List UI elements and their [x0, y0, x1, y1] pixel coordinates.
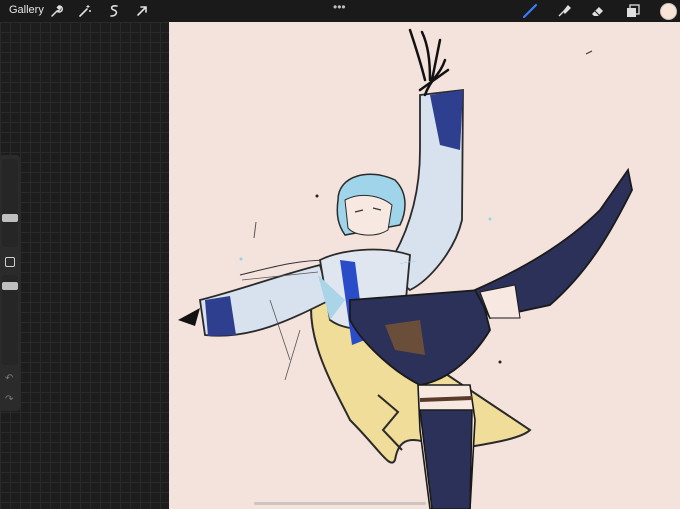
- magic-wand-icon[interactable]: [77, 3, 93, 19]
- brush-icon[interactable]: [522, 3, 538, 19]
- drawing-canvas[interactable]: ~~~~: [169, 22, 680, 509]
- smudge-icon[interactable]: [556, 3, 572, 19]
- undo-button[interactable]: ↶: [5, 373, 13, 384]
- workspace-background: [0, 22, 169, 509]
- opacity-thumb[interactable]: [2, 282, 18, 290]
- redo-button[interactable]: ↷: [5, 394, 13, 405]
- brush-sidebar: ↶ ↷: [0, 155, 20, 411]
- brush-size-thumb[interactable]: [2, 214, 18, 222]
- selection-icon[interactable]: [106, 3, 122, 19]
- home-indicator: [254, 502, 426, 505]
- color-picker-swatch[interactable]: [660, 3, 677, 20]
- eraser-icon[interactable]: [590, 3, 606, 19]
- gallery-button[interactable]: Gallery: [9, 4, 44, 16]
- sketch-artwork: ~~~~: [178, 28, 633, 509]
- transform-arrow-icon[interactable]: [134, 3, 150, 19]
- more-menu-dots[interactable]: •••: [333, 0, 346, 14]
- brush-size-slider[interactable]: [2, 159, 18, 247]
- modify-button[interactable]: [5, 257, 15, 267]
- top-toolbar: Gallery •••: [0, 0, 680, 22]
- layers-icon[interactable]: [625, 3, 641, 19]
- wrench-icon[interactable]: [48, 3, 64, 19]
